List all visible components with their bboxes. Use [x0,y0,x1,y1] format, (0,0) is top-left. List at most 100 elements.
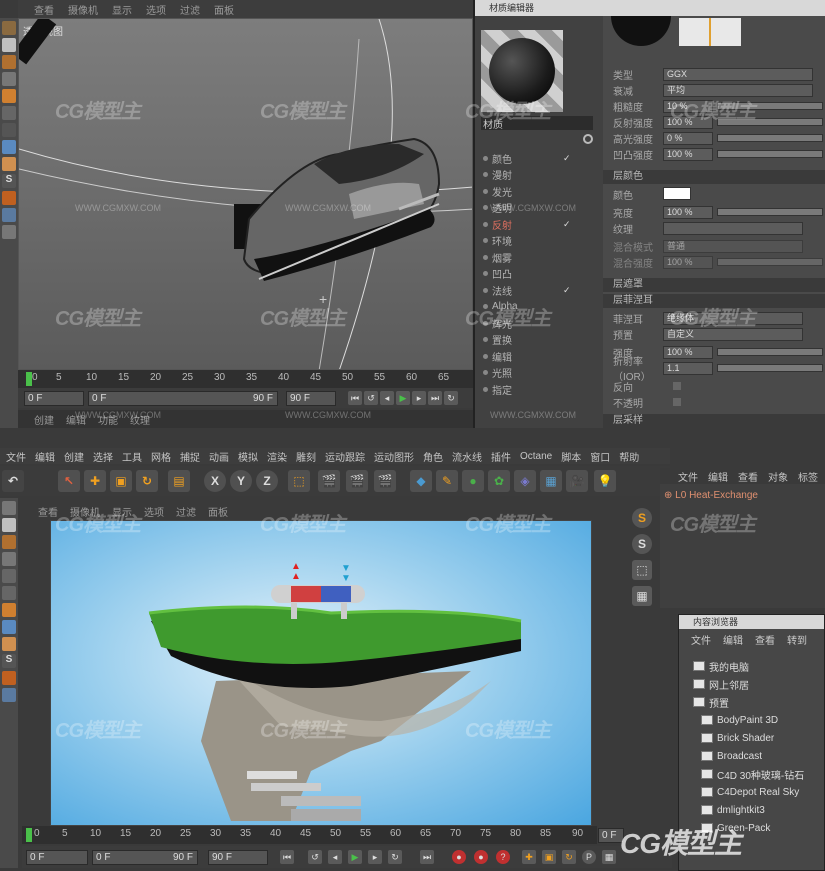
strength-slider[interactable] [717,348,823,356]
move-tool-icon[interactable]: ✚ [84,470,106,492]
polygon-mode-icon[interactable] [2,603,16,617]
menu-render[interactable]: 渲染 [267,449,287,464]
tree-item-preset[interactable]: BodyPaint 3D [693,711,824,729]
next-frame-icon[interactable]: ▸ [412,391,426,405]
channel-environment[interactable]: 环境 [481,233,601,250]
play-icon[interactable]: ▶ [396,391,410,405]
model-mode-icon[interactable] [2,552,16,566]
pla-key-icon[interactable]: ▦ [602,850,616,864]
channel-editor[interactable]: 编辑 [481,348,601,365]
cloner-icon[interactable]: ✿ [488,470,510,492]
coordinate-system-icon[interactable]: ⬚ [288,470,310,492]
timeline-ruler[interactable]: 0 5 10 15 20 25 30 35 40 45 50 55 60 65 [18,370,473,388]
channel-displacement[interactable]: 置换 [481,332,601,349]
prev-key-icon[interactable]: ↺ [308,850,322,864]
channel-assignment[interactable]: 指定 [481,381,601,398]
channel-illumination[interactable]: 光照 [481,365,601,382]
texture-icon[interactable] [2,55,16,69]
play-icon[interactable]: ▶ [348,850,362,864]
texture-mode-icon[interactable] [2,535,16,549]
rotation-key-icon[interactable]: ↻ [562,850,576,864]
bump-strength-slider[interactable] [717,150,823,158]
light-icon[interactable]: 💡 [594,470,616,492]
axis-icon[interactable] [2,140,16,154]
playhead-marker[interactable] [26,828,32,842]
menu-view[interactable]: 查看 [755,632,775,647]
menu-window[interactable]: 窗口 [590,449,610,464]
tree-item-preset[interactable]: Brick Shader [693,729,824,747]
keyframe-selection-icon[interactable]: ? [496,850,510,864]
tree-item-my-computer[interactable]: 我的电脑 [693,657,824,675]
last-frame-icon[interactable]: ⏭ [428,391,442,405]
axis-mode-icon[interactable] [2,620,16,634]
menu-edit[interactable]: 编辑 [723,632,743,647]
tree-item-presets[interactable]: 预置 [693,693,824,711]
snap-toggle-icon[interactable]: S [632,508,652,528]
menu-mograph[interactable]: 运动图形 [374,449,414,464]
menu-create[interactable]: 创建 [64,449,84,464]
snap-icon[interactable]: S [2,654,16,668]
menu-pipeline[interactable]: 流水线 [452,449,482,464]
ior-slider[interactable] [717,364,823,372]
axis-z-button[interactable]: Z [256,470,278,492]
channel-diffuse[interactable]: 漫射 [481,167,601,184]
specular-strength-field[interactable]: 0 % [663,131,713,145]
specular-strength-slider[interactable] [717,134,823,142]
scale-tool-icon[interactable]: ▣ [110,470,132,492]
menu-select[interactable]: 选择 [93,449,113,464]
prev-frame-icon[interactable]: ◂ [328,850,342,864]
position-key-icon[interactable]: ✚ [522,850,536,864]
prev-frame-icon[interactable]: ◂ [380,391,394,405]
tree-item-preset[interactable]: C4Depot Real Sky [693,783,824,801]
prev-key-icon[interactable]: ↺ [364,391,378,405]
type-dropdown[interactable]: GGX [663,67,813,81]
select-arrow-icon[interactable]: ↖ [58,470,80,492]
tree-item-preset[interactable]: Broadcast [693,747,824,765]
menu-help[interactable]: 帮助 [619,449,639,464]
loop-icon[interactable]: ↻ [444,391,458,405]
scale-key-icon[interactable]: ▣ [542,850,556,864]
menu-tools[interactable]: 工具 [122,449,142,464]
subdivision-icon[interactable]: ● [462,470,484,492]
point-mode-icon[interactable] [2,569,16,583]
brightness-slider[interactable] [717,208,823,216]
channel-reflectance[interactable]: 反射 ✓ [481,216,601,233]
menu-view[interactable]: 查看 [738,469,758,484]
record-icon[interactable]: ● [452,850,466,864]
make-editable-icon[interactable] [2,501,16,515]
last-frame-icon[interactable]: ⏭ [420,850,434,864]
snap-icon[interactable]: S [2,174,16,188]
first-frame-icon[interactable]: ⏮ [280,850,294,864]
tweak-icon[interactable] [2,637,16,651]
section-layer-color[interactable]: 层颜色 [603,170,825,184]
recent-tool-icon[interactable]: ▤ [168,470,190,492]
locked-workplane-icon[interactable] [2,688,16,702]
menu-create[interactable]: 创建 [34,412,54,427]
rotate-icon[interactable] [2,191,16,205]
material-options-icon[interactable] [583,134,593,144]
menu-mesh[interactable]: 网格 [151,449,171,464]
point-icon[interactable] [2,123,16,137]
section-layer-sampling[interactable]: 层采样 [603,414,825,428]
next-key-icon[interactable]: ↻ [388,850,402,864]
workplane-icon[interactable] [2,671,16,685]
render-settings-icon[interactable]: 🎬 [374,470,396,492]
menu-options[interactable]: 选项 [144,504,164,519]
floor-icon[interactable]: ▦ [540,470,562,492]
checker-icon[interactable] [2,518,16,532]
pen-spline-icon[interactable]: ✎ [436,470,458,492]
menu-octane[interactable]: Octane [520,451,552,462]
timeline-ruler[interactable]: 0 5 10 15 20 25 30 35 40 45 50 55 60 65 … [22,826,597,844]
end-frame-field[interactable]: 90 F [286,391,336,406]
object-icon[interactable] [2,72,16,86]
bump-strength-field[interactable]: 100 % [663,147,713,161]
tree-item-preset[interactable]: dmlightkit3 [693,801,824,819]
menu-camera[interactable]: 摄像机 [68,2,98,17]
menu-view[interactable]: 查看 [34,2,54,17]
menu-script[interactable]: 脚本 [561,449,581,464]
menu-filter[interactable]: 过滤 [180,2,200,17]
parameter-key-icon[interactable]: P [582,850,596,864]
menu-motion-tracker[interactable]: 运动跟踪 [325,449,365,464]
menu-file[interactable]: 文件 [6,449,26,464]
rotate-tool-icon[interactable]: ↻ [136,470,158,492]
